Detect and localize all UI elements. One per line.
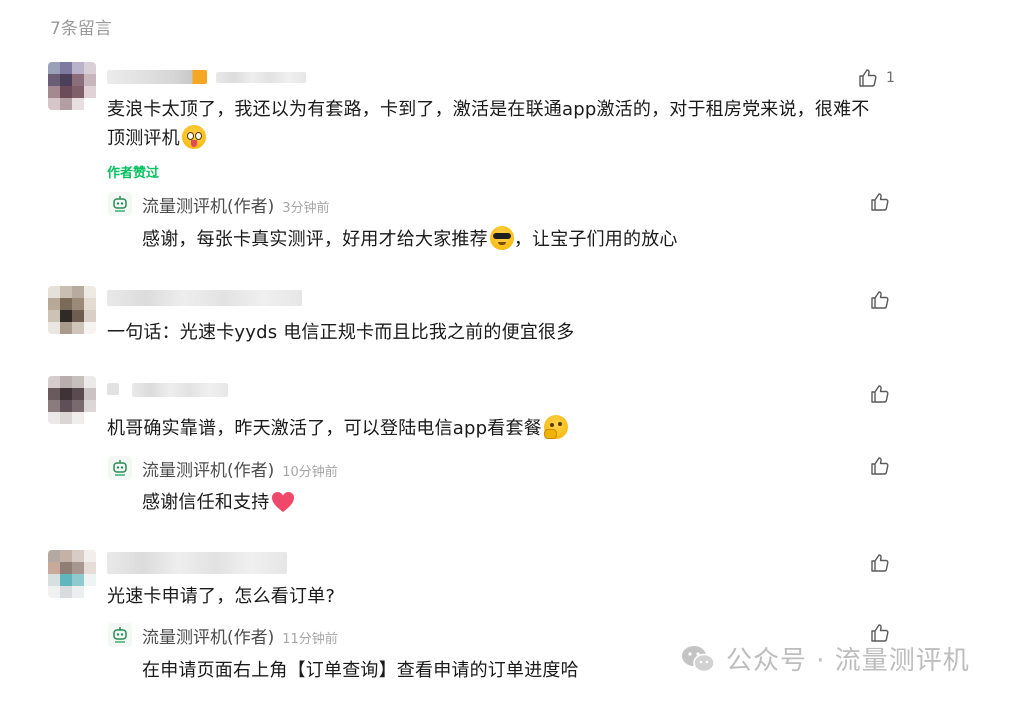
reply-author: 流量测评机(作者) 11分钟前 [142, 628, 338, 648]
thumbs-up-icon [871, 193, 889, 211]
thumbs-up-icon [871, 385, 889, 403]
reply-time: 3分钟前 [282, 201, 330, 216]
author-avatar[interactable] [108, 192, 132, 216]
watermark-text: 公众号 · 流量测评机 [726, 646, 970, 676]
author-liked-tag: 作者赞过 [107, 166, 160, 181]
reply-text: 在申请页面右上角【订单查询】查看申请的订单进度哈 [142, 660, 579, 681]
commenter-name-blurred [107, 552, 287, 574]
commenter-avatar[interactable] [48, 376, 96, 424]
commenter-avatar[interactable] [48, 62, 96, 110]
like-button[interactable] [870, 456, 890, 476]
reply-author: 流量测评机(作者) 3分钟前 [142, 197, 330, 217]
robot-logo-icon [113, 460, 127, 476]
watermark: 公众号 · 流量测评机 [680, 640, 970, 677]
reply-text: 感谢信任和支持 [142, 488, 295, 518]
reply-time: 10分钟前 [282, 465, 338, 480]
reply-author: 流量测评机(作者) 10分钟前 [142, 461, 338, 481]
comment-text: 光速卡申请了，怎么看订单? [107, 586, 336, 607]
thumbs-up-icon [871, 457, 889, 475]
thumbs-up-icon [871, 291, 889, 309]
like-button[interactable] [870, 192, 890, 212]
reply-time: 11分钟前 [282, 632, 338, 647]
comment-time-blurred [216, 72, 306, 83]
robot-logo-icon [113, 627, 127, 643]
commenter-name-blurred [107, 383, 119, 395]
like-button[interactable] [870, 384, 890, 404]
comment-text: 麦浪卡太顶了，我还以为有套路，卡到了，激活是在联通app激活的，对于租房党来说，… [107, 95, 897, 153]
comments-header: 7条留言 [50, 19, 112, 39]
author-avatar[interactable] [108, 456, 132, 480]
heart-emoji [271, 491, 295, 518]
commenter-name-blurred [132, 383, 228, 397]
commenter-name-blurred [107, 70, 207, 84]
thumbs-up-icon [859, 69, 877, 87]
reply-text: 感谢，每张卡真实测评，好用才给大家推荐 ，让宝子们用的放心 [142, 225, 678, 251]
comment-text: 一句话：光速卡yyds 电信正规卡而且比我之前的便宜很多 [107, 322, 575, 343]
like-count: 1 [886, 70, 895, 86]
thumbs-up-icon [871, 554, 889, 572]
sunglasses-emoji [489, 226, 514, 250]
commenter-avatar[interactable] [48, 286, 96, 334]
comment-text: 机哥确实靠谱，昨天激活了，可以登陆电信app看套餐 [107, 414, 897, 443]
commenter-name-blurred [107, 290, 302, 306]
wechat-icon [682, 645, 715, 672]
commenter-avatar[interactable] [48, 550, 96, 598]
comment-text-line: 顶测评机 [107, 128, 180, 149]
like-button[interactable]: 1 [858, 68, 895, 88]
thinking-emoji [543, 415, 568, 439]
tongue-emoji [181, 125, 206, 149]
author-avatar[interactable] [108, 623, 132, 647]
like-button[interactable] [870, 290, 890, 310]
robot-logo-icon [113, 196, 127, 212]
comment-text-line: 麦浪卡太顶了，我还以为有套路，卡到了，激活是在联通app激活的，对于租房党来说，… [107, 99, 870, 120]
like-button[interactable] [870, 553, 890, 573]
